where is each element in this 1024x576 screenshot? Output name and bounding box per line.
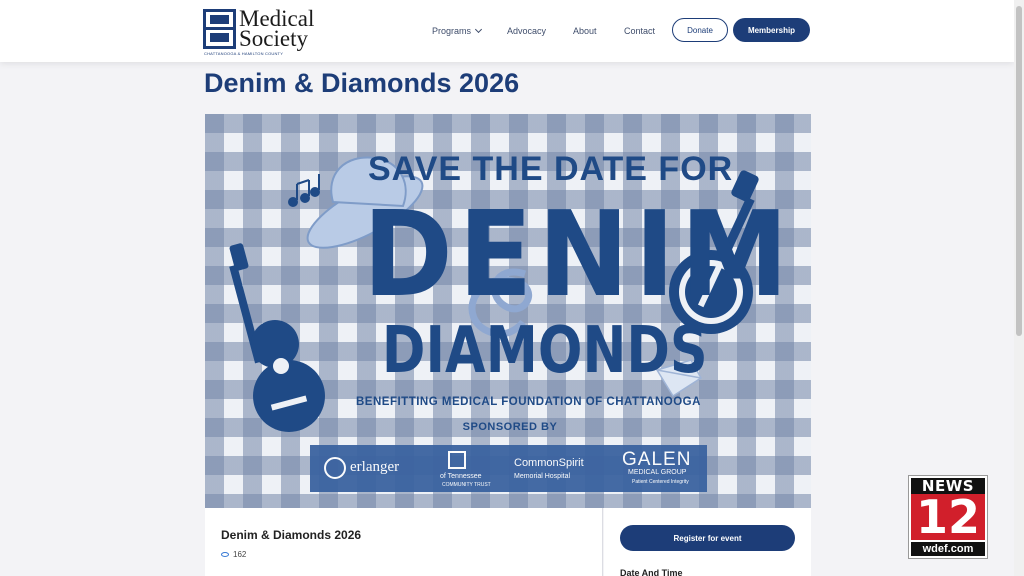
sponsor-galen-line1: GALEN xyxy=(622,449,692,470)
register-for-event-button[interactable]: Register for event xyxy=(620,525,795,551)
denim-text: DENIM xyxy=(362,185,794,323)
news12-watermark-logo: NEWS 12 wdef.com xyxy=(908,475,988,559)
sponsor-bcbs-line1: of Tennessee xyxy=(440,473,482,480)
event-view-count: 162 xyxy=(221,550,246,559)
save-the-date-text: SAVE THE DATE FOR xyxy=(368,150,734,188)
medical-society-logo[interactable]: Medical Society CHATTANOOGA & HAMILTON C… xyxy=(203,7,328,56)
nav-programs[interactable]: Programs xyxy=(432,25,483,36)
eye-icon xyxy=(221,552,229,557)
event-banner-image: SAVE THE DATE FOR DENIM DIAMONDS BENEFIT… xyxy=(205,114,811,508)
diamonds-text: DIAMONDS xyxy=(381,314,708,388)
sponsor-logos: erlanger of Tennessee COMMUNITY TRUST Co… xyxy=(310,445,707,492)
news-logo-number: 12 xyxy=(911,494,985,540)
nav-contact[interactable]: Contact xyxy=(624,26,655,36)
music-notes-icon xyxy=(288,174,320,207)
logo-mark-icon xyxy=(203,9,236,49)
nav-programs-label: Programs xyxy=(432,26,472,36)
news-logo-bottom: wdef.com xyxy=(911,542,985,556)
logo-line2: Society xyxy=(239,26,308,51)
logo-subtitle: CHATTANOOGA & HAMILTON COUNTY xyxy=(204,51,284,56)
guitar-icon xyxy=(229,243,325,432)
site-header: Medical Society CHATTANOOGA & HAMILTON C… xyxy=(0,0,1014,62)
donate-button[interactable]: Donate xyxy=(672,18,728,42)
date-and-time-heading: Date And Time xyxy=(620,568,683,576)
event-info-card: Denim & Diamonds 2026 162 xyxy=(205,508,603,576)
sponsor-galen-line3: Patient Centered Integrity xyxy=(632,479,689,485)
nav-about[interactable]: About xyxy=(573,26,597,36)
chevron-down-icon xyxy=(474,25,483,34)
erlanger-logo-icon xyxy=(324,457,346,479)
sponsored-by-text: SPONSORED BY xyxy=(462,421,558,433)
membership-button[interactable]: Membership xyxy=(733,18,810,42)
view-count-value: 162 xyxy=(233,550,247,559)
sponsor-galen-line2: MEDICAL GROUP xyxy=(628,469,687,476)
event-card-title: Denim & Diamonds 2026 xyxy=(221,528,362,542)
sponsor-commonspirit-line1: CommonSpirit xyxy=(514,457,584,469)
nav-advocacy[interactable]: Advocacy xyxy=(507,26,546,36)
sponsor-commonspirit-line2: Memorial Hospital xyxy=(514,473,571,480)
scrollbar-thumb[interactable] xyxy=(1016,6,1022,336)
bcbs-cross-shield-icon xyxy=(448,451,466,469)
event-action-card: Register for event Date And Time xyxy=(604,508,811,576)
page-title: Denim & Diamonds 2026 xyxy=(204,68,520,98)
benefitting-text: BENEFITTING MEDICAL FOUNDATION OF CHATTA… xyxy=(356,396,701,408)
sponsor-bcbs-line2: COMMUNITY TRUST xyxy=(442,482,491,488)
page-scrollbar[interactable] xyxy=(1014,0,1024,576)
sponsor-erlanger: erlanger xyxy=(350,459,400,475)
